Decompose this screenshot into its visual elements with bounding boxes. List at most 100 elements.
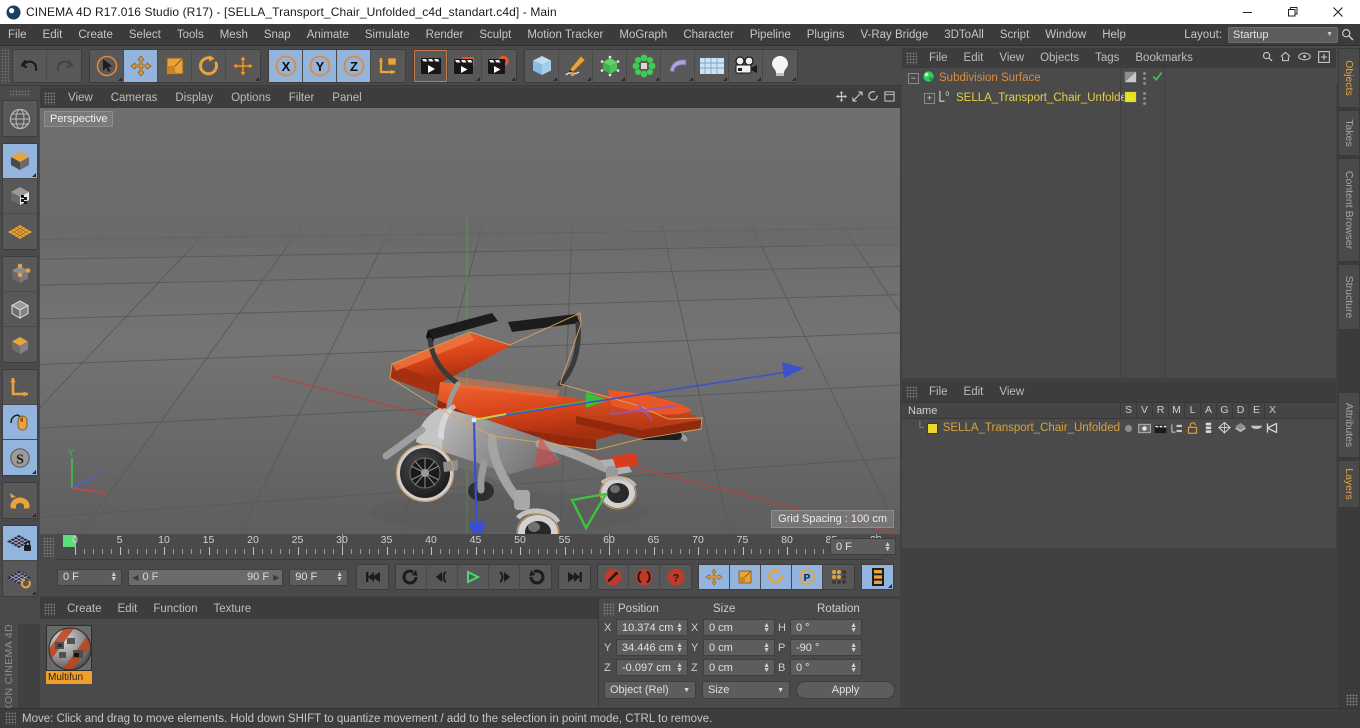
loop-icon[interactable] [520,565,551,589]
expressions-icon[interactable] [1248,423,1264,433]
menu-sculpt[interactable]: Sculpt [471,24,519,46]
generators-icon[interactable] [1216,422,1232,434]
lock-workplane-icon[interactable] [3,526,37,561]
object-menu-edit[interactable]: Edit [956,48,992,68]
viewport-menu-panel[interactable]: Panel [323,88,370,108]
key-position-icon[interactable] [699,565,730,589]
object-menu-objects[interactable]: Objects [1032,48,1087,68]
spinner-icon[interactable]: ▲ ▼ [850,642,859,654]
close-icon[interactable] [1315,0,1360,24]
key-rotation-icon[interactable] [761,565,792,589]
object-panel-grip[interactable] [906,51,917,65]
rotate-icon[interactable] [192,49,226,82]
rotate-workplane-icon[interactable] [3,561,37,596]
scale-icon[interactable] [158,49,192,82]
live-selection-icon[interactable] [90,49,124,82]
spinner-icon[interactable]: ▲ ▼ [763,642,772,654]
menu-help[interactable]: Help [1094,24,1134,46]
menu-pipeline[interactable]: Pipeline [742,24,799,46]
spinner-icon[interactable]: ▲ ▼ [676,622,685,634]
key-param-icon[interactable]: P [792,565,823,589]
new-layer-icon[interactable] [1318,50,1330,66]
menu-vray-bridge[interactable]: V-Ray Bridge [852,24,936,46]
chevron-left-icon[interactable]: ◀ [132,573,138,582]
texture-mode-icon[interactable] [3,179,37,214]
x-axis-icon[interactable]: X [269,49,303,82]
left-toolbar-grip[interactable] [9,90,31,97]
spinner-icon[interactable]: ▲ ▼ [763,662,772,674]
menu-mograph[interactable]: MoGraph [611,24,675,46]
menu-render[interactable]: Render [418,24,472,46]
material-menu-function[interactable]: Function [145,599,205,619]
tab-content-browser[interactable]: Content Browser [1338,158,1360,262]
object-menu-file[interactable]: File [921,48,956,68]
menu-edit[interactable]: Edit [35,24,71,46]
spinner-icon[interactable]: ▲ ▼ [850,662,859,674]
play-forward-icon[interactable] [458,565,489,589]
chevron-right-icon[interactable]: ▶ [273,573,279,582]
spinner-icon[interactable]: ▲ ▼ [336,571,345,583]
eye-icon[interactable] [1298,52,1311,64]
edge-mode-icon[interactable] [3,292,37,327]
tab-objects[interactable]: Objects [1338,48,1360,108]
y-axis-icon[interactable]: Y [303,49,337,82]
menu-window[interactable]: Window [1037,24,1094,46]
visible-eye-icon[interactable] [1136,423,1152,434]
menu-select[interactable]: Select [121,24,169,46]
material-menu-edit[interactable]: Edit [110,599,146,619]
pos-y-field[interactable]: 34.446 cm ▲ ▼ [616,639,688,656]
size-y-field[interactable]: 0 cm ▲ ▼ [703,639,775,656]
menu-plugins[interactable]: Plugins [799,24,853,46]
toolbar-grip[interactable] [1,48,10,83]
menu-simulate[interactable]: Simulate [357,24,418,46]
deformers-icon[interactable] [1232,422,1248,434]
maximize-icon[interactable] [1270,0,1315,24]
spinner-icon[interactable]: ▲ ▼ [110,571,119,583]
object-menu-tags[interactable]: Tags [1087,48,1127,68]
tree-expand-icon[interactable]: + [924,92,935,104]
spinner-icon[interactable]: ▲ ▼ [763,622,772,634]
scale-view-icon[interactable] [852,91,863,105]
viewport-solo-icon[interactable] [3,405,37,440]
object-row-subdivision-surface[interactable]: − Subdivision Surface [902,68,1336,88]
magnet-icon[interactable] [3,483,37,518]
viewport-grip[interactable] [44,91,55,105]
go-to-start-icon[interactable] [357,565,388,589]
rot-p-field[interactable]: -90 ° ▲ ▼ [790,639,862,656]
animation-icon[interactable] [1200,422,1216,434]
object-row-sella-transport-chair[interactable]: + 0 SELLA_Transport_Chair_Unfolded [902,88,1336,108]
apply-button[interactable]: Apply [796,681,895,699]
tab-takes[interactable]: Takes [1338,110,1360,156]
minimize-icon[interactable] [1225,0,1270,24]
material-menu-texture[interactable]: Texture [205,599,259,619]
menu-file[interactable]: File [0,24,35,46]
current-frame-field[interactable]: 0 F ▲ ▼ [830,538,896,555]
display-tag-icon[interactable] [1124,70,1137,86]
layer-row[interactable]: └ SELLA_Transport_Chair_Unfolded [902,419,1336,437]
layer-menu-view[interactable]: View [991,382,1032,402]
menu-script[interactable]: Script [992,24,1037,46]
viewport-menu-filter[interactable]: Filter [280,88,324,108]
menu-character[interactable]: Character [675,24,742,46]
search-icon[interactable] [1262,51,1273,65]
render-to-picture-viewer-icon[interactable] [448,49,482,82]
timeline-filmstrip-icon[interactable] [862,565,893,589]
model-mode-icon[interactable] [3,144,37,179]
point-mode-icon[interactable] [3,257,37,292]
coord-size-dropdown[interactable]: Size ▼ [702,681,790,699]
spline-pen-icon[interactable] [559,49,593,82]
menu-animate[interactable]: Animate [299,24,357,46]
manager-icon[interactable] [1168,423,1184,434]
layout-select[interactable]: Startup ▼ [1228,26,1338,43]
pos-z-field[interactable]: -0.097 cm ▲ ▼ [616,659,688,676]
search-icon[interactable] [1338,28,1356,41]
rotate-view-icon[interactable] [868,91,879,105]
viewport-3d-canvas[interactable]: Perspective Grid Spacing : 100 cm Y X Z [40,108,900,534]
tab-attributes[interactable]: Attributes [1338,392,1360,458]
rot-b-field[interactable]: 0 ° ▲ ▼ [790,659,862,676]
viewport-menu-view[interactable]: View [59,88,102,108]
world-object-coord-icon[interactable] [371,50,405,82]
size-z-field[interactable]: 0 cm ▲ ▼ [703,659,775,676]
home-icon[interactable] [1280,51,1291,65]
rot-h-field[interactable]: 0 ° ▲ ▼ [790,619,862,636]
